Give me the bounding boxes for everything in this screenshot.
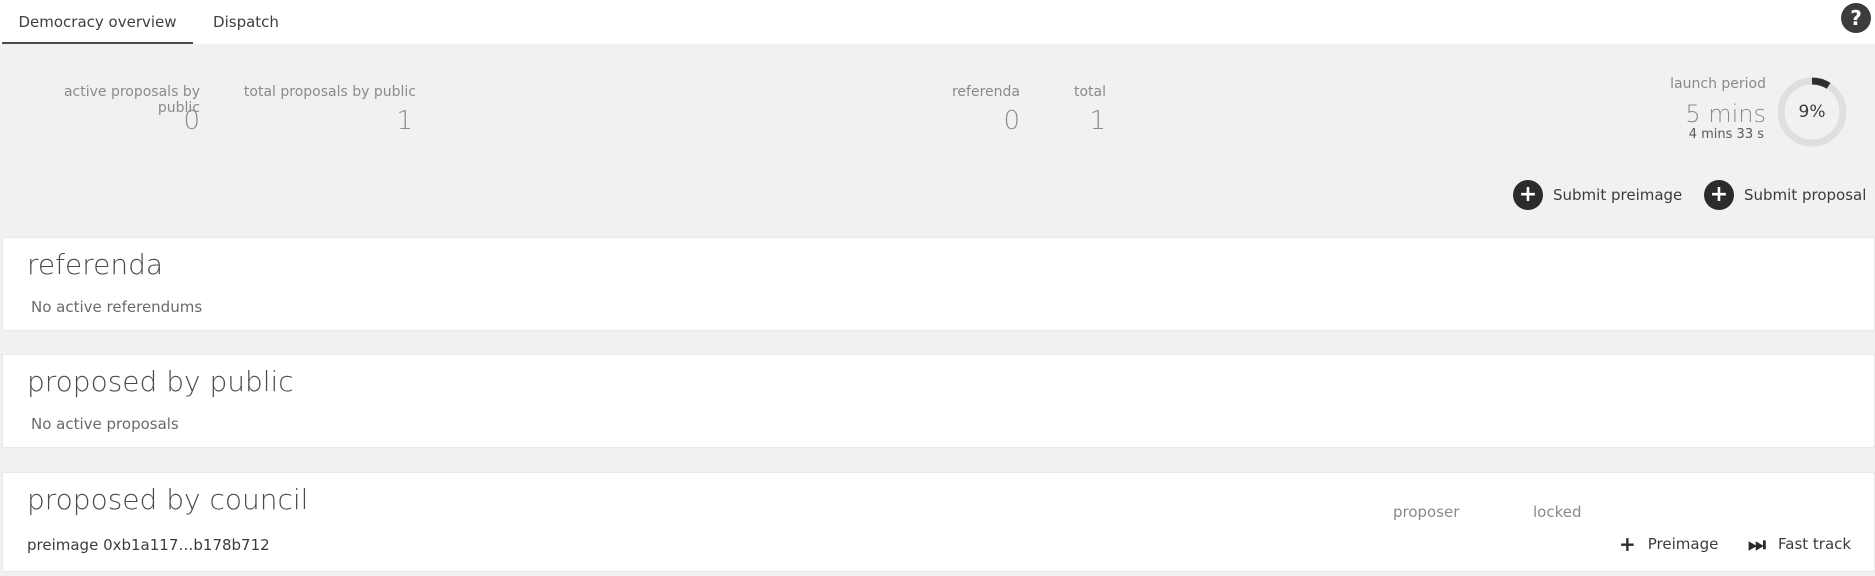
total-proposals-label: total proposals by public xyxy=(243,84,416,100)
submit-proposal-button[interactable]: + Submit proposal xyxy=(1704,179,1866,211)
public-proposals-panel: proposed by public No active proposals xyxy=(2,354,1875,448)
fast-track-button[interactable]: ⏭ Fast track xyxy=(1748,531,1851,557)
launch-progress-text: 9% xyxy=(1798,102,1826,122)
locked-column-header: locked xyxy=(1533,503,1582,521)
plus-icon: + xyxy=(1704,180,1734,210)
launch-period-label: launch period xyxy=(1670,76,1766,92)
public-proposals-title: proposed by public xyxy=(27,365,294,398)
tab-dispatch[interactable]: Dispatch xyxy=(196,0,296,44)
submit-preimage-button[interactable]: + Submit preimage xyxy=(1513,179,1682,211)
referenda-label: referenda xyxy=(951,84,1020,100)
public-proposals-empty-text: No active proposals xyxy=(31,415,179,433)
tab-bar: Democracy overview Dispatch ? xyxy=(0,0,1875,44)
preimage-button[interactable]: + Preimage xyxy=(1619,531,1718,557)
submit-proposal-label: Submit proposal xyxy=(1744,186,1867,204)
total-value: 1 xyxy=(1089,106,1106,136)
plus-icon: + xyxy=(1619,532,1636,556)
preimage-button-label: Preimage xyxy=(1647,535,1719,553)
referenda-empty-text: No active referendums xyxy=(31,298,203,316)
total-label: total xyxy=(1073,84,1106,100)
council-proposals-title: proposed by council xyxy=(27,483,309,516)
referenda-title: referenda xyxy=(27,248,164,281)
tab-democracy-overview[interactable]: Democracy overview xyxy=(2,0,193,44)
launch-period-remaining: 4 mins 33 s xyxy=(1688,127,1764,142)
fast-forward-icon: ⏭ xyxy=(1748,532,1766,556)
total-proposals-value: 1 xyxy=(396,106,413,136)
plus-icon: + xyxy=(1513,180,1543,210)
council-proposal-preimage: preimage 0xb1a117…b178b712 xyxy=(27,536,270,554)
proposer-column-header: proposer xyxy=(1393,503,1460,521)
launch-period-value: 5 mins xyxy=(1685,100,1766,128)
council-proposals-panel: proposed by council proposer locked prei… xyxy=(2,472,1875,572)
help-icon[interactable]: ? xyxy=(1841,3,1871,33)
referenda-value: 0 xyxy=(1003,106,1020,136)
referenda-panel: referenda No active referendums xyxy=(2,237,1875,331)
fast-track-button-label: Fast track xyxy=(1778,535,1852,553)
active-proposals-value: 0 xyxy=(183,106,200,136)
submit-preimage-label: Submit preimage xyxy=(1553,186,1683,204)
